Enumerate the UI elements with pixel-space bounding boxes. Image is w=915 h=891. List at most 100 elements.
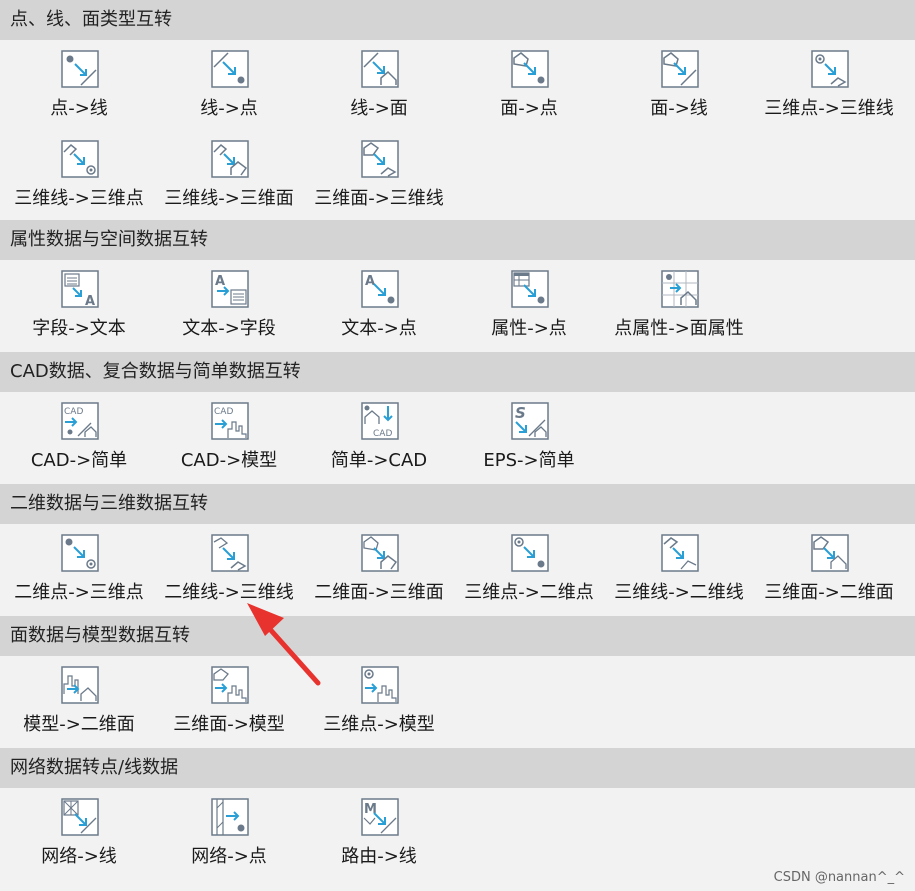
tool-2d-point-to-3d-point[interactable]: 二维点->三维点 — [4, 528, 154, 616]
3d-point-to-2d-point-icon — [511, 534, 549, 572]
tool-point-to-line[interactable]: 点->线 — [4, 44, 154, 132]
tool-polygon-to-line[interactable]: 面->线 — [604, 44, 754, 132]
polygon-to-point-icon — [511, 50, 549, 88]
tool-label: 网络->线 — [41, 846, 117, 867]
point-to-line-icon — [61, 50, 99, 88]
tool-label: 路由->线 — [341, 846, 417, 867]
svg-text:A: A — [85, 294, 95, 308]
tool-text-to-point[interactable]: A 文本->点 — [304, 264, 454, 352]
section-body: 点->线 线->点 线->面 面->点 面->线 三维点->三维线 三维线->三… — [0, 40, 915, 220]
polygon-to-line-icon — [661, 50, 699, 88]
tool-label: 三维线->三维点 — [14, 188, 144, 209]
tool-network-to-point[interactable]: 网络->点 — [154, 792, 304, 880]
tool-field-to-text[interactable]: A 字段->文本 — [4, 264, 154, 352]
section-2d-3d: 二维数据与三维数据互转 二维点->三维点 二维线->三维线 二维面->三维面 三… — [0, 484, 915, 616]
tool-text-to-field[interactable]: A 文本->字段 — [154, 264, 304, 352]
3d-line-to-3d-point-icon — [61, 140, 99, 178]
tool-label: 三维线->二维线 — [614, 582, 744, 603]
attribute-to-point-icon — [511, 270, 549, 308]
tool-3d-line-to-3d-polygon[interactable]: 三维线->三维面 — [154, 134, 304, 222]
tool-3d-polygon-to-3d-line[interactable]: 三维面->三维线 — [304, 134, 454, 222]
tool-line-to-point[interactable]: 线->点 — [154, 44, 304, 132]
field-to-text-icon: A — [61, 270, 99, 308]
2d-polygon-to-3d-polygon-icon — [361, 534, 399, 572]
tool-label: 点->线 — [50, 98, 108, 119]
route-to-line-icon: M — [361, 798, 399, 836]
tool-2d-line-to-3d-line[interactable]: 二维线->三维线 — [154, 528, 304, 616]
tool-cad-to-simple[interactable]: CAD CAD->简单 — [4, 396, 154, 484]
tool-label: 三维面->模型 — [173, 714, 285, 735]
tool-simple-to-cad[interactable]: CAD 简单->CAD — [304, 396, 454, 484]
3d-polygon-to-model-icon — [211, 666, 249, 704]
tool-label: EPS->简单 — [483, 450, 575, 471]
tool-3d-line-to-3d-point[interactable]: 三维线->三维点 — [4, 134, 154, 222]
watermark: CSDN @nannan^_^ — [773, 870, 905, 885]
tool-label: 线->点 — [200, 98, 258, 119]
tool-line-to-polygon[interactable]: 线->面 — [304, 44, 454, 132]
svg-text:S: S — [515, 404, 526, 422]
eps-to-simple-icon: S — [511, 402, 549, 440]
point-attr-to-polygon-attr-icon — [661, 270, 699, 308]
tool-label: 线->面 — [350, 98, 408, 119]
simple-to-cad-icon: CAD — [361, 402, 399, 440]
tool-route-to-line[interactable]: M 路由->线 — [304, 792, 454, 880]
tool-2d-polygon-to-3d-polygon[interactable]: 二维面->三维面 — [304, 528, 454, 616]
tool-model-to-2d-polygon[interactable]: 模型->二维面 — [4, 660, 154, 748]
tool-label: 面->线 — [650, 98, 708, 119]
section-point-line-polygon: 点、线、面类型互转 点->线 线->点 线->面 面->点 面->线 三维点->… — [0, 0, 915, 220]
tool-polygon-to-point[interactable]: 面->点 — [454, 44, 604, 132]
tool-cad-to-model[interactable]: CAD CAD->模型 — [154, 396, 304, 484]
tool-label: 属性->点 — [491, 318, 567, 339]
tool-label: 二维线->三维线 — [164, 582, 294, 603]
tool-label: 三维线->三维面 — [164, 188, 294, 209]
tool-label: 三维面->二维面 — [764, 582, 894, 603]
tool-label: 二维面->三维面 — [314, 582, 444, 603]
tool-label: 文本->字段 — [182, 318, 276, 339]
tool-label: 文本->点 — [341, 318, 417, 339]
tool-3d-line-to-2d-line[interactable]: 三维线->二维线 — [604, 528, 754, 616]
tool-label: 三维面->三维线 — [314, 188, 444, 209]
section-header: CAD数据、复合数据与简单数据互转 — [0, 352, 915, 392]
tool-label: 字段->文本 — [32, 318, 126, 339]
tool-3d-point-to-2d-point[interactable]: 三维点->二维点 — [454, 528, 604, 616]
svg-text:CAD: CAD — [373, 429, 392, 439]
2d-point-to-3d-point-icon — [61, 534, 99, 572]
tool-attribute-to-point[interactable]: 属性->点 — [454, 264, 604, 352]
tool-eps-to-simple[interactable]: S EPS->简单 — [454, 396, 604, 484]
line-to-polygon-icon — [361, 50, 399, 88]
3d-point-to-model-icon — [361, 666, 399, 704]
section-polygon-model: 面数据与模型数据互转 模型->二维面 三维面->模型 三维点->模型 — [0, 616, 915, 748]
tool-label: CAD->简单 — [30, 450, 128, 471]
svg-text:CAD: CAD — [214, 407, 233, 417]
section-body: CAD CAD->简单 CAD CAD->模型 CAD 简单->CAD S EP… — [0, 392, 915, 484]
text-to-point-icon: A — [361, 270, 399, 308]
tool-label: CAD->模型 — [180, 450, 278, 471]
section-header: 属性数据与空间数据互转 — [0, 220, 915, 260]
cad-to-simple-icon: CAD — [61, 402, 99, 440]
tool-network-to-line[interactable]: 网络->线 — [4, 792, 154, 880]
3d-polygon-to-3d-line-icon — [361, 140, 399, 178]
tool-label: 三维点->模型 — [323, 714, 435, 735]
tool-3d-polygon-to-model[interactable]: 三维面->模型 — [154, 660, 304, 748]
section-body: 二维点->三维点 二维线->三维线 二维面->三维面 三维点->二维点 三维线-… — [0, 524, 915, 616]
tool-label: 三维点->三维线 — [764, 98, 894, 119]
svg-text:A: A — [215, 274, 225, 289]
tool-label: 面->点 — [500, 98, 558, 119]
network-to-point-icon — [211, 798, 249, 836]
network-to-line-icon — [61, 798, 99, 836]
section-network: 网络数据转点/线数据 网络->线 网络->点 M 路由->线 — [0, 748, 915, 883]
model-to-2d-polygon-icon — [61, 666, 99, 704]
tool-label: 二维点->三维点 — [14, 582, 144, 603]
cad-to-model-icon: CAD — [211, 402, 249, 440]
tool-3d-polygon-to-2d-polygon[interactable]: 三维面->二维面 — [754, 528, 904, 616]
tool-3d-point-to-3d-line[interactable]: 三维点->三维线 — [754, 44, 904, 132]
3d-line-to-3d-polygon-icon — [211, 140, 249, 178]
svg-text:A: A — [365, 274, 375, 289]
tool-label: 点属性->面属性 — [614, 318, 744, 339]
section-header: 网络数据转点/线数据 — [0, 748, 915, 788]
tool-3d-point-to-model[interactable]: 三维点->模型 — [304, 660, 454, 748]
line-to-point-icon — [211, 50, 249, 88]
section-cad-complex-simple: CAD数据、复合数据与简单数据互转 CAD CAD->简单 CAD CAD->模… — [0, 352, 915, 484]
tool-point-attr-to-polygon-attr[interactable]: 点属性->面属性 — [604, 264, 754, 352]
3d-line-to-2d-line-icon — [661, 534, 699, 572]
